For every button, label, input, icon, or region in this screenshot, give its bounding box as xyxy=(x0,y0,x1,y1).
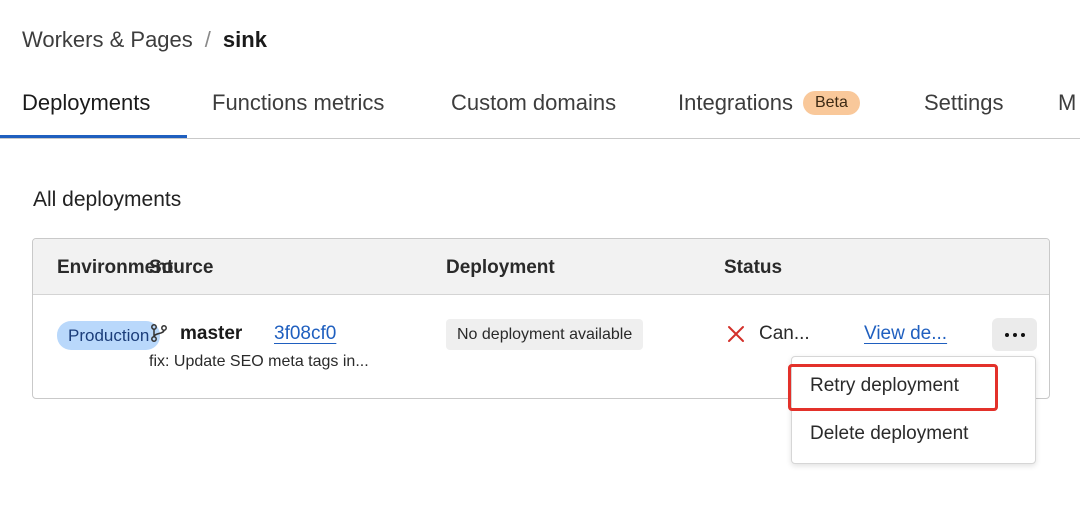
breadcrumb-separator: / xyxy=(204,27,211,52)
more-actions-button[interactable] xyxy=(992,318,1037,351)
view-details-link[interactable]: View de... xyxy=(864,323,947,345)
breadcrumb-current: sink xyxy=(222,27,267,52)
commit-message: fix: Update SEO meta tags in... xyxy=(149,353,369,370)
environment-badge: Production xyxy=(57,321,161,350)
menu-item-delete-deployment[interactable]: Delete deployment xyxy=(810,423,968,445)
breadcrumb-parent[interactable]: Workers & Pages xyxy=(22,27,193,53)
git-branch-icon xyxy=(151,324,167,342)
beta-badge: Beta xyxy=(802,91,860,115)
active-tab-indicator xyxy=(0,135,187,138)
tab-integrations-label: Integrations xyxy=(678,90,793,115)
tab-more-truncated[interactable]: M xyxy=(1058,90,1076,116)
tab-deployments[interactable]: Deployments xyxy=(22,90,150,116)
highlight-box xyxy=(788,364,998,411)
x-icon xyxy=(728,326,744,342)
branch-name: master xyxy=(180,323,243,344)
tab-custom-domains[interactable]: Custom domains xyxy=(451,90,616,116)
tab-settings[interactable]: Settings xyxy=(924,90,1004,116)
deployment-status-tag: No deployment available xyxy=(446,319,644,350)
tab-bar: Deployments Functions metrics Custom dom… xyxy=(0,74,1080,139)
table-header: Environment Source Deployment Status xyxy=(33,239,1049,295)
status-text: Can... xyxy=(759,323,810,344)
breadcrumb: Workers & Pages / sink xyxy=(22,27,267,53)
header-source: Source xyxy=(149,257,214,278)
more-horizontal-icon xyxy=(1004,332,1009,337)
commit-hash-link[interactable]: 3f08cf0 xyxy=(274,323,336,345)
tab-integrations[interactable]: Integrations Beta xyxy=(678,90,860,116)
header-deployment: Deployment xyxy=(446,257,555,278)
tab-functions-metrics[interactable]: Functions metrics xyxy=(212,90,384,116)
section-title: All deployments xyxy=(33,188,182,211)
header-status: Status xyxy=(724,257,783,278)
